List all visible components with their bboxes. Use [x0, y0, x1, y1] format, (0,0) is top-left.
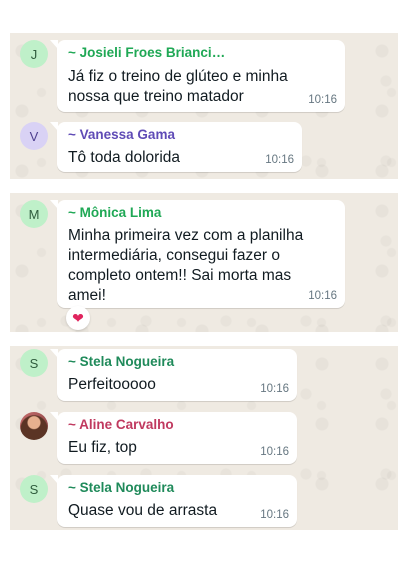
- heart-reaction-icon[interactable]: ❤: [66, 306, 90, 330]
- message-time: 10:16: [260, 509, 289, 521]
- sender-name[interactable]: ~ Mônica Lima: [68, 205, 161, 220]
- message-time: 10:16: [308, 290, 337, 302]
- chat-panel: J ~ Josieli Froes Brianci… Já fiz o trei…: [10, 33, 398, 179]
- avatar[interactable]: M: [20, 200, 48, 228]
- chat-panel: M ~ Mônica Lima Minha primeira vez com a…: [10, 193, 398, 332]
- avatar[interactable]: V: [20, 122, 48, 150]
- chat-panel: S ~ Stela Nogueira Perfeitooooo 10:16 ~ …: [10, 346, 398, 530]
- sender-name[interactable]: ~ Stela Nogueira: [68, 480, 174, 495]
- sender-name[interactable]: ~ Vanessa Gama: [68, 127, 175, 142]
- sender-name[interactable]: ~ Stela Nogueira: [68, 354, 174, 369]
- sender-name[interactable]: ~ Josieli Froes Brianci…: [68, 45, 225, 60]
- avatar-photo[interactable]: [20, 412, 48, 440]
- avatar[interactable]: S: [20, 349, 48, 377]
- message-bubble[interactable]: ~ Stela Nogueira Perfeitooooo 10:16: [50, 349, 297, 401]
- avatar[interactable]: J: [20, 40, 48, 68]
- avatar[interactable]: S: [20, 475, 48, 503]
- message-text: Perfeitooooo: [68, 376, 156, 393]
- message-text: Quase vou de arrasta: [68, 502, 218, 519]
- message-time: 10:16: [260, 446, 289, 458]
- message-time: 10:16: [308, 94, 337, 106]
- message-text: Já fiz o treino de glúteo e minha nossa …: [68, 68, 288, 105]
- message-bubble[interactable]: ~ Josieli Froes Brianci… Já fiz o treino…: [50, 40, 345, 112]
- message-bubble[interactable]: ~ Mônica Lima Minha primeira vez com a p…: [50, 200, 345, 308]
- message-text: Eu fiz, top: [68, 439, 137, 456]
- message-text: Tô toda dolorida: [68, 149, 181, 166]
- sender-name[interactable]: ~ Aline Carvalho: [68, 417, 174, 432]
- message-time: 10:16: [260, 383, 289, 395]
- message-time: 10:16: [265, 154, 294, 166]
- message-bubble[interactable]: ~ Aline Carvalho Eu fiz, top 10:16: [50, 412, 297, 464]
- message-text: Minha primeira vez com a planilha interm…: [68, 227, 304, 304]
- message-bubble[interactable]: ~ Vanessa Gama Tô toda dolorida 10:16: [50, 122, 302, 172]
- message-bubble[interactable]: ~ Stela Nogueira Quase vou de arrasta 10…: [50, 475, 297, 527]
